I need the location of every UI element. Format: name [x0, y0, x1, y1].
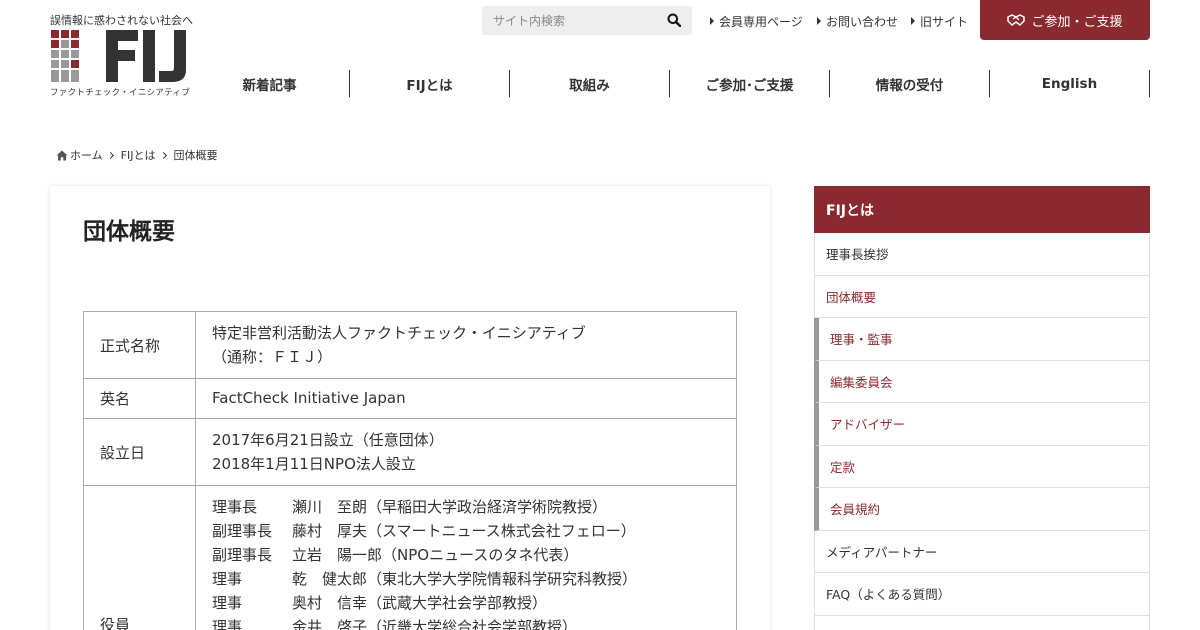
contact-link[interactable]: お問い合わせ: [817, 13, 898, 30]
breadcrumb-about[interactable]: FIJとは: [121, 147, 156, 163]
nav-activities[interactable]: 取組み: [510, 70, 670, 97]
row-label: 役員: [83, 485, 196, 630]
search-icon[interactable]: [667, 13, 681, 27]
sidebar-heading: FIJとは: [814, 186, 1150, 233]
nav-news[interactable]: 新着記事: [190, 70, 350, 97]
table-row: 設立日 2017年6月21日設立（任意団体） 2018年1月11日NPO法人設立: [83, 418, 737, 486]
row-label: 英名: [83, 378, 196, 419]
officer-entry: 副理事長 藤村 厚夫（スマートニュース株式会社フェロー）: [212, 522, 636, 540]
officer-entry: 理事 金井 啓子（近畿大学総合社会学部教授）: [212, 618, 578, 630]
officer-entry: 理事乾 健太郎（東北大学大学院情報科学研究科教授）: [212, 570, 638, 588]
nav-report[interactable]: 情報の受付: [830, 70, 990, 97]
sidebar-item-editorial-board[interactable]: 編集委員会: [814, 360, 1150, 403]
chevron-right-icon: [159, 151, 167, 159]
officer-entry: 理事 奥村 信幸（武蔵大学社会学部教授）: [212, 594, 548, 612]
row-value: 特定非営利活動法人ファクトチェック・イニシアティブ （通称：ＦＩＪ）: [195, 311, 737, 379]
old-site-link[interactable]: 旧サイト: [911, 13, 968, 30]
page-title: 団体概要: [83, 219, 175, 245]
breadcrumb-current: 団体概要: [173, 149, 218, 162]
row-label: 正式名称: [83, 311, 196, 379]
organization-info-table: 正式名称 特定非営利活動法人ファクトチェック・イニシアティブ （通称：ＦＩＪ） …: [83, 311, 737, 630]
global-nav: 新着記事 FIJとは 取組み ご参加･ご支援 情報の受付 English: [190, 70, 1150, 97]
sidebar: FIJとは 理事長挨拶 団体概要 理事・監事 編集委員会 アドバイザー 定款 会…: [814, 186, 1150, 630]
search-input[interactable]: [482, 6, 652, 35]
sidebar-item-member-rules[interactable]: 会員規約: [814, 488, 1150, 531]
logo-subtitle: ファクトチェック・イニシアティブ: [50, 88, 191, 98]
nav-join[interactable]: ご参加･ご支援: [670, 70, 830, 97]
sidebar-item-next[interactable]: [814, 615, 1150, 630]
nav-english[interactable]: English: [990, 70, 1150, 97]
sidebar-item-faq[interactable]: FAQ（よくある質問）: [814, 573, 1150, 616]
breadcrumb-home[interactable]: ホーム: [70, 147, 103, 163]
sidebar-item-advisors[interactable]: アドバイザー: [814, 403, 1150, 446]
nav-about[interactable]: FIJとは: [350, 70, 510, 97]
sidebar-item-overview[interactable]: 団体概要: [814, 275, 1150, 318]
handshake-icon: [1007, 14, 1026, 26]
home-icon: [56, 150, 68, 160]
chevron-right-icon: [106, 151, 114, 159]
table-row: 役員 理事長 瀬川 至朗（早稲田大学政治経済学術院教授） 副理事長 藤村 厚夫（スマ…: [83, 485, 737, 630]
member-page-link[interactable]: 会員専用ページ: [710, 13, 803, 30]
row-label: 設立日: [83, 418, 196, 486]
content-card: 団体概要 正式名称 特定非営利活動法人ファクトチェック・イニシアティブ （通称：…: [50, 186, 770, 630]
sidebar-item-directors[interactable]: 理事・監事: [814, 318, 1150, 361]
breadcrumb: ホーム FIJとは 団体概要: [56, 147, 218, 163]
sidebar-item-greeting[interactable]: 理事長挨拶: [814, 233, 1150, 276]
officer-list: 理事長 瀬川 至朗（早稲田大学政治経済学術院教授） 副理事長 藤村 厚夫（スマートニ…: [195, 485, 737, 630]
table-row: 英名 FactCheck Initiative Japan: [83, 378, 737, 419]
table-row: 正式名称 特定非営利活動法人ファクトチェック・イニシアティブ （通称：ＦＩＪ）: [83, 311, 737, 379]
site-tagline: 誤情報に惑わされない社会へ: [50, 14, 193, 27]
sidebar-item-media-partners[interactable]: メディアパートナー: [814, 530, 1150, 573]
join-support-button[interactable]: ご参加・ご支援: [980, 0, 1150, 40]
officer-entry: 理事長 瀬川 至朗（早稲田大学政治経済学術院教授）: [212, 498, 608, 516]
officer-entry: 副理事長 立岩 陽一郎（NPOニュースのタネ代表）: [212, 546, 579, 564]
site-search: [482, 6, 692, 35]
row-value: 2017年6月21日設立（任意団体） 2018年1月11日NPO法人設立: [195, 418, 737, 486]
caret-right-icon: [817, 17, 821, 25]
row-value: FactCheck Initiative Japan: [195, 378, 737, 419]
caret-right-icon: [911, 17, 915, 25]
caret-right-icon: [710, 17, 714, 25]
sidebar-item-articles[interactable]: 定款: [814, 445, 1150, 488]
